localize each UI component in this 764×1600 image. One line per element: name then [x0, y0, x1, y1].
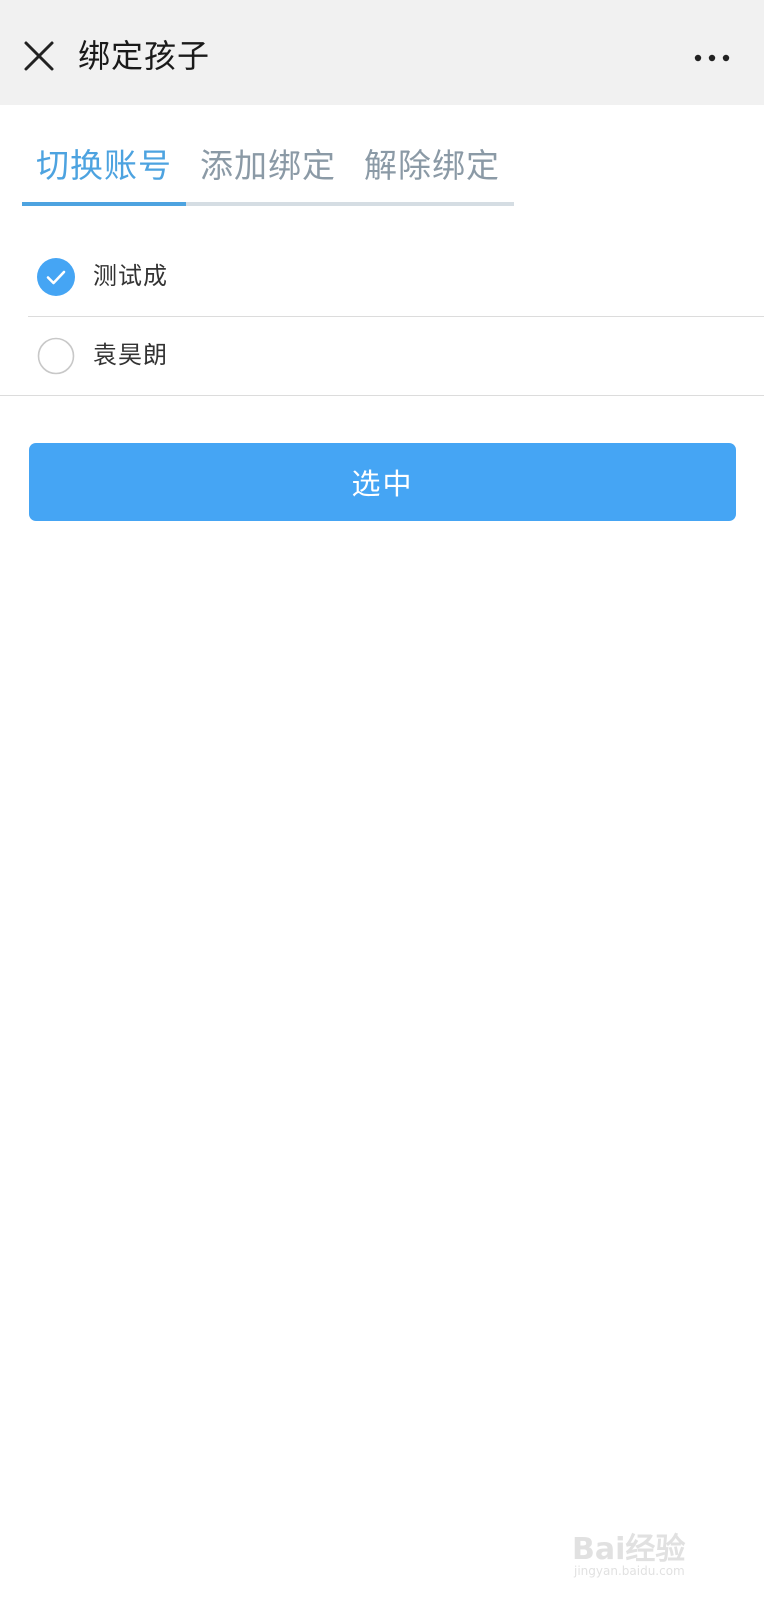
header-bar: 绑定孩子 [0, 0, 764, 105]
tab-switch-account[interactable]: 切换账号 [22, 130, 186, 202]
tab-bar: 切换账号 添加绑定 解除绑定 [22, 130, 514, 206]
watermark-brand: Bai经验 [572, 1532, 686, 1567]
more-button[interactable] [690, 40, 734, 76]
list-item[interactable]: 测试成 [0, 238, 764, 317]
child-list: 测试成 袁昊朗 [0, 238, 764, 396]
page: 绑定孩子 切换账号 添加绑定 解除绑定 测试成 袁昊朗 选中 Bai经验 jin… [0, 0, 764, 1600]
list-item-label: 袁昊朗 [93, 341, 168, 369]
watermark-url: jingyan.baidu.com [574, 1564, 685, 1578]
close-icon [24, 41, 54, 71]
list-item-label: 测试成 [93, 262, 168, 290]
list-item[interactable]: 袁昊朗 [0, 317, 764, 396]
select-button[interactable]: 选中 [29, 443, 736, 521]
tab-add-binding[interactable]: 添加绑定 [186, 130, 350, 202]
radio-checked-icon[interactable] [37, 258, 75, 296]
watermark: Bai经验 jingyan.baidu.com [572, 1520, 722, 1582]
tab-remove-binding[interactable]: 解除绑定 [350, 130, 514, 202]
more-icon [694, 54, 730, 62]
close-button[interactable] [18, 35, 60, 77]
page-title: 绑定孩子 [78, 37, 211, 75]
tab-active-indicator [22, 202, 186, 206]
radio-unchecked-icon[interactable] [37, 337, 75, 375]
